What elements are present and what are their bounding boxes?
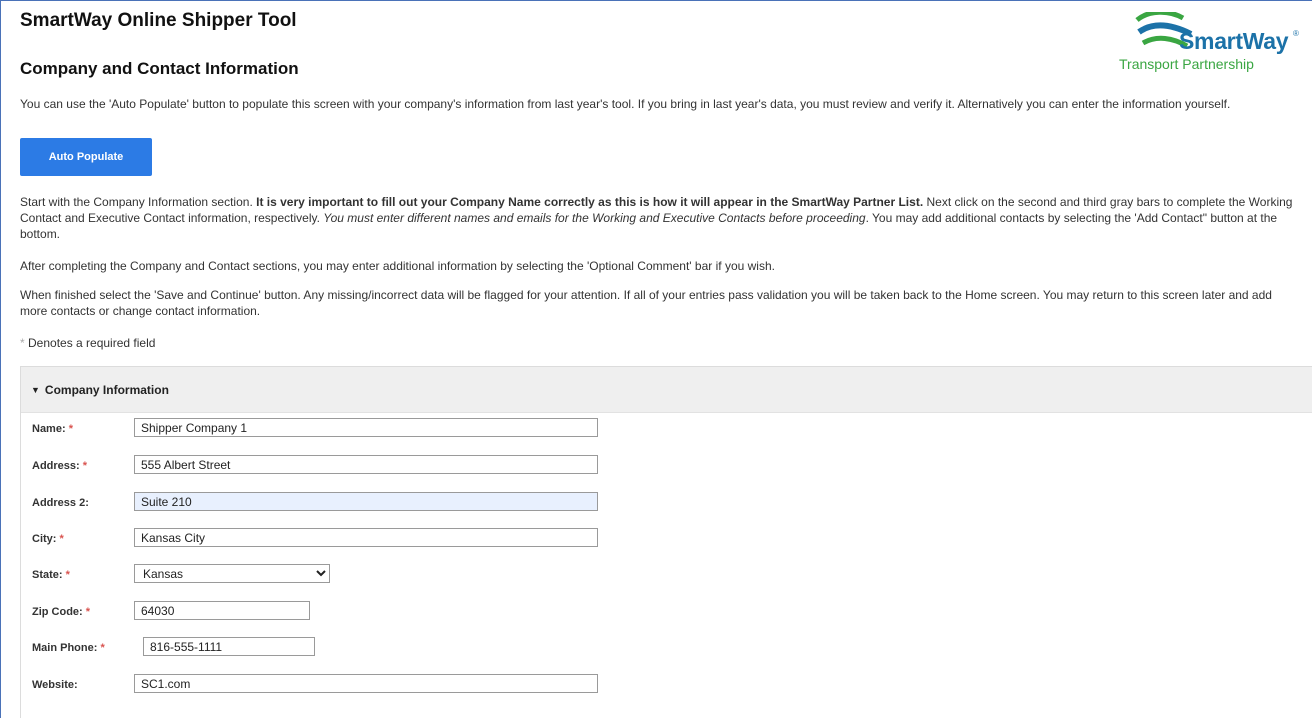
zip-label-text: Zip Code: <box>32 606 83 618</box>
website-field[interactable] <box>134 674 598 693</box>
required-star: * <box>59 533 64 545</box>
state-select[interactable]: Kansas <box>134 564 330 583</box>
required-star: * <box>85 606 91 618</box>
required-note: * Denotes a required field <box>20 336 155 350</box>
instructions-text: Start with the Company Information secti… <box>20 195 257 209</box>
company-information-section: ▼ Company Information Name: * Address: *… <box>20 366 1312 718</box>
main-phone-label: Main Phone: * <box>32 642 105 654</box>
company-information-header[interactable]: ▼ Company Information <box>21 367 1312 413</box>
logo-name: SmartWay <box>1179 28 1289 54</box>
instructions-emphasis: It is very important to fill out your Co… <box>256 195 924 209</box>
name-field[interactable] <box>134 418 598 437</box>
caret-down-icon: ▼ <box>31 384 40 395</box>
main-phone-field[interactable] <box>143 637 315 656</box>
auto-populate-button[interactable]: Auto Populate <box>20 138 152 176</box>
state-label: State: * <box>32 569 70 581</box>
website-label: Website: <box>32 679 78 691</box>
address2-field[interactable] <box>134 492 598 511</box>
required-star: * <box>65 569 70 581</box>
instructions-paragraph: Start with the Company Information secti… <box>20 194 1295 242</box>
main-phone-label-text: Main Phone: <box>32 642 98 654</box>
app-title: SmartWay Online Shipper Tool <box>20 10 297 31</box>
required-star: * <box>100 642 105 654</box>
state-label-text: State: <box>32 569 63 581</box>
zip-label: Zip Code: * <box>32 606 90 618</box>
section-title: Company Information <box>44 382 169 397</box>
save-continue-paragraph: When finished select the 'Save and Conti… <box>20 288 1272 318</box>
address2-label: Address 2: <box>32 497 89 509</box>
required-note-text: Denotes a required field <box>24 336 156 350</box>
instructions-italic: You must enter different names and email… <box>323 211 866 225</box>
required-star: * <box>82 460 88 472</box>
smartway-logo: SmartWay ® Transport Partnership <box>1117 12 1309 78</box>
address-field[interactable] <box>134 455 598 474</box>
name-label-text: Name: <box>32 423 66 435</box>
city-label: City: * <box>32 533 64 545</box>
page-title: Company and Contact Information <box>20 59 299 78</box>
city-field[interactable] <box>134 528 598 547</box>
required-star: * <box>68 423 73 435</box>
address-label-text: Address: <box>32 460 80 472</box>
optional-comment-paragraph: After completing the Company and Contact… <box>20 259 775 273</box>
intro-paragraph: You can use the 'Auto Populate' button t… <box>20 97 1231 111</box>
address-label: Address: * <box>32 460 87 472</box>
name-label: Name: * <box>32 423 73 435</box>
logo-tagline: Transport Partnership <box>1119 56 1254 72</box>
logo-registered-mark: ® <box>1293 29 1299 38</box>
zip-code-field[interactable] <box>134 601 310 620</box>
city-label-text: City: <box>32 533 57 545</box>
